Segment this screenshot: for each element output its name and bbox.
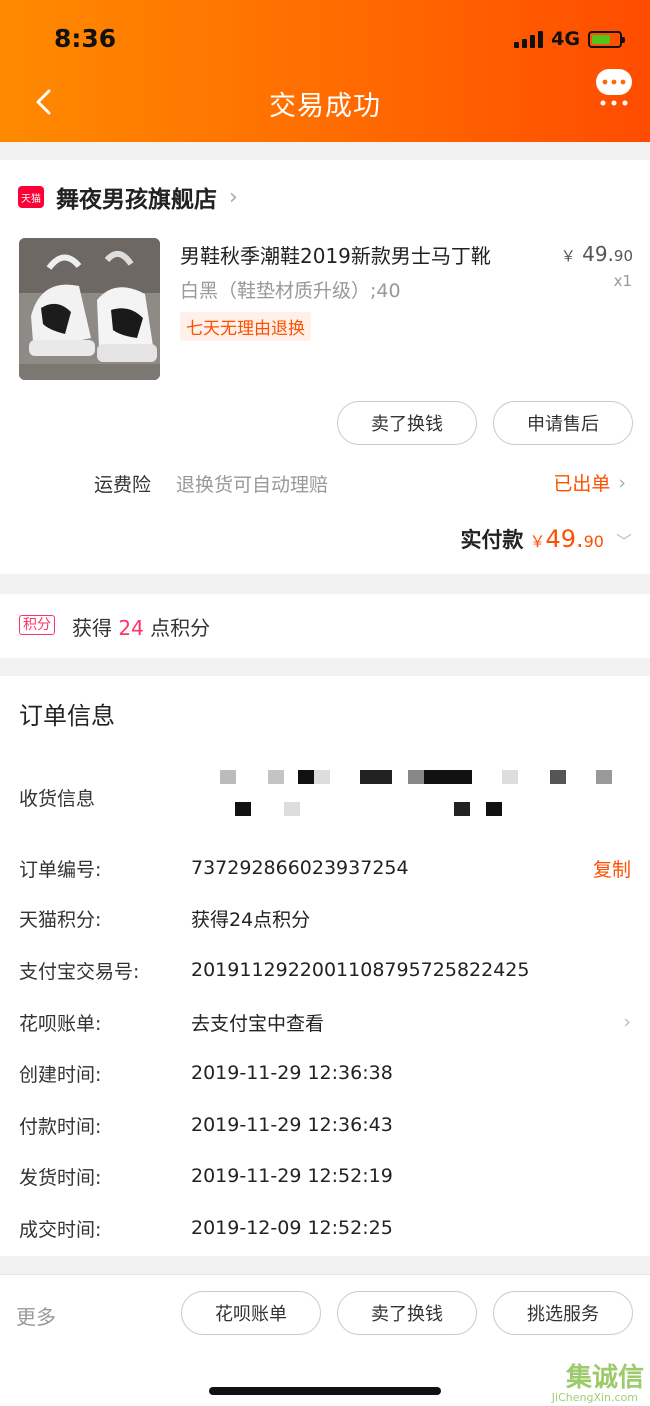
choose-service-button[interactable]: 挑选服务: [493, 1291, 633, 1335]
chevron-down-icon: ﹀: [615, 532, 632, 551]
network-type: 4G: [551, 28, 580, 50]
points-card: 积分 获得 24 点积分: [0, 594, 650, 658]
alipay-trade-row: 支付宝交易号: 2019112922001108795725822425: [19, 954, 631, 986]
total-decimal: 90: [583, 532, 604, 551]
bottom-action-bar: 更多 花呗账单 卖了换钱 挑选服务 集诚信 JiChengXin.com: [0, 1274, 650, 1406]
created-time-label: 创建时间:: [19, 1063, 102, 1086]
tmall-points-label: 天猫积分:: [19, 908, 102, 931]
shop-header[interactable]: 天猫 舞夜男孩旗舰店 ›: [18, 180, 238, 214]
shipped-time-row: 发货时间: 2019-11-29 12:52:19: [19, 1160, 631, 1192]
paid-time-label: 付款时间:: [19, 1115, 102, 1138]
points-suffix: 点积分: [150, 616, 211, 640]
completed-time-value: 2019-12-09 12:52:25: [191, 1217, 393, 1239]
shipping-label: 收货信息: [19, 788, 96, 810]
shipped-time-value: 2019-11-29 12:52:19: [191, 1165, 393, 1187]
copy-button[interactable]: 复制: [593, 855, 631, 882]
product-quantity: x1: [613, 272, 632, 290]
order-number-row: 订单编号: 737292866023937254 复制: [19, 852, 631, 884]
shop-name: 舞夜男孩旗舰店: [56, 187, 217, 213]
more-button[interactable]: 更多: [16, 1301, 56, 1330]
watermark-url: JiChengXin.com: [551, 1391, 638, 1404]
order-number-label: 订单编号:: [19, 858, 102, 881]
total-currency: ￥: [529, 532, 546, 551]
paid-time-row: 付款时间: 2019-11-29 12:36:43: [19, 1109, 631, 1141]
completed-time-label: 成交时间:: [19, 1218, 102, 1241]
tmall-points-value: 获得24点积分: [191, 908, 311, 931]
message-button[interactable]: [592, 66, 636, 110]
chevron-right-icon: ›: [623, 1011, 631, 1033]
insurance-label: 运费险: [94, 474, 152, 496]
price-main: 49.: [582, 242, 614, 266]
sell-again-button[interactable]: 卖了换钱: [337, 1291, 477, 1335]
points-badge: 积分: [19, 615, 55, 635]
chat-bubble-icon: [596, 69, 632, 106]
paid-time-value: 2019-11-29 12:36:43: [191, 1114, 393, 1136]
tmall-points-row: 天猫积分: 获得24点积分: [19, 902, 631, 934]
shoe-image: [19, 238, 160, 380]
huabei-bill-row[interactable]: 花呗账单: 去支付宝中查看 ›: [19, 1006, 631, 1038]
price-currency: ￥: [560, 247, 576, 265]
store-card: 天猫 舞夜男孩旗舰店 › 男鞋秋季潮鞋2019新款男士马丁靴 白黑（鞋垫材质升级…: [0, 160, 650, 574]
total-amount: ￥49.90: [529, 525, 604, 553]
total-paid[interactable]: 实付款 ￥49.90 ﹀: [460, 524, 632, 554]
return-policy-tag: 七天无理由退换: [180, 312, 311, 341]
chevron-right-icon: ›: [229, 184, 238, 210]
app-header: 8:36 4G 交易成功: [0, 0, 650, 142]
completed-time-row: 成交时间: 2019-12-09 12:52:25: [19, 1212, 631, 1244]
insurance-status-text: 已出单: [553, 473, 611, 495]
points-amount: 24: [118, 616, 144, 640]
after-sale-button[interactable]: 申请售后: [493, 401, 633, 445]
total-main: 49.: [545, 525, 584, 553]
total-label: 实付款: [460, 528, 524, 552]
order-number-value: 737292866023937254: [191, 857, 409, 879]
status-time: 8:36: [54, 24, 117, 53]
huabei-bill-label: 花呗账单:: [19, 1012, 102, 1035]
product-image[interactable]: [19, 238, 160, 380]
product-sku: 白黑（鞋垫材质升级）;40: [180, 280, 401, 302]
created-time-value: 2019-11-29 12:36:38: [191, 1062, 393, 1084]
status-indicators: 4G: [514, 28, 625, 50]
insurance-status[interactable]: 已出单 ›: [553, 469, 626, 496]
page-title: 交易成功: [269, 91, 381, 122]
sell-button[interactable]: 卖了换钱: [337, 401, 477, 445]
product-title[interactable]: 男鞋秋季潮鞋2019新款男士马丁靴: [180, 240, 491, 269]
product-price: ￥ 49.90: [561, 242, 633, 266]
order-info-title: 订单信息: [19, 702, 115, 730]
points-prefix: 获得: [72, 616, 112, 640]
insurance-desc: 退换货可自动理赔: [176, 474, 329, 496]
signal-icon: [514, 30, 544, 48]
home-indicator[interactable]: [209, 1387, 441, 1395]
huabei-bill-button[interactable]: 花呗账单: [181, 1291, 321, 1335]
tmall-logo-icon: 天猫: [18, 186, 44, 208]
created-time-row: 创建时间: 2019-11-29 12:36:38: [19, 1057, 631, 1089]
order-info-card: 订单信息 收货信息 订单编号: 737292866023937254 复制 天猫…: [0, 676, 650, 1256]
watermark-logo: 集诚信: [565, 1363, 644, 1393]
price-decimal: 90: [613, 247, 633, 265]
shipped-time-label: 发货时间:: [19, 1166, 102, 1189]
alipay-trade-label: 支付宝交易号:: [19, 960, 140, 983]
alipay-trade-value: 2019112922001108795725822425: [191, 959, 530, 981]
battery-icon: [588, 30, 625, 48]
points-text: 获得 24 点积分: [72, 612, 210, 641]
chevron-right-icon: ›: [618, 471, 626, 494]
huabei-bill-value: 去支付宝中查看: [191, 1012, 325, 1035]
